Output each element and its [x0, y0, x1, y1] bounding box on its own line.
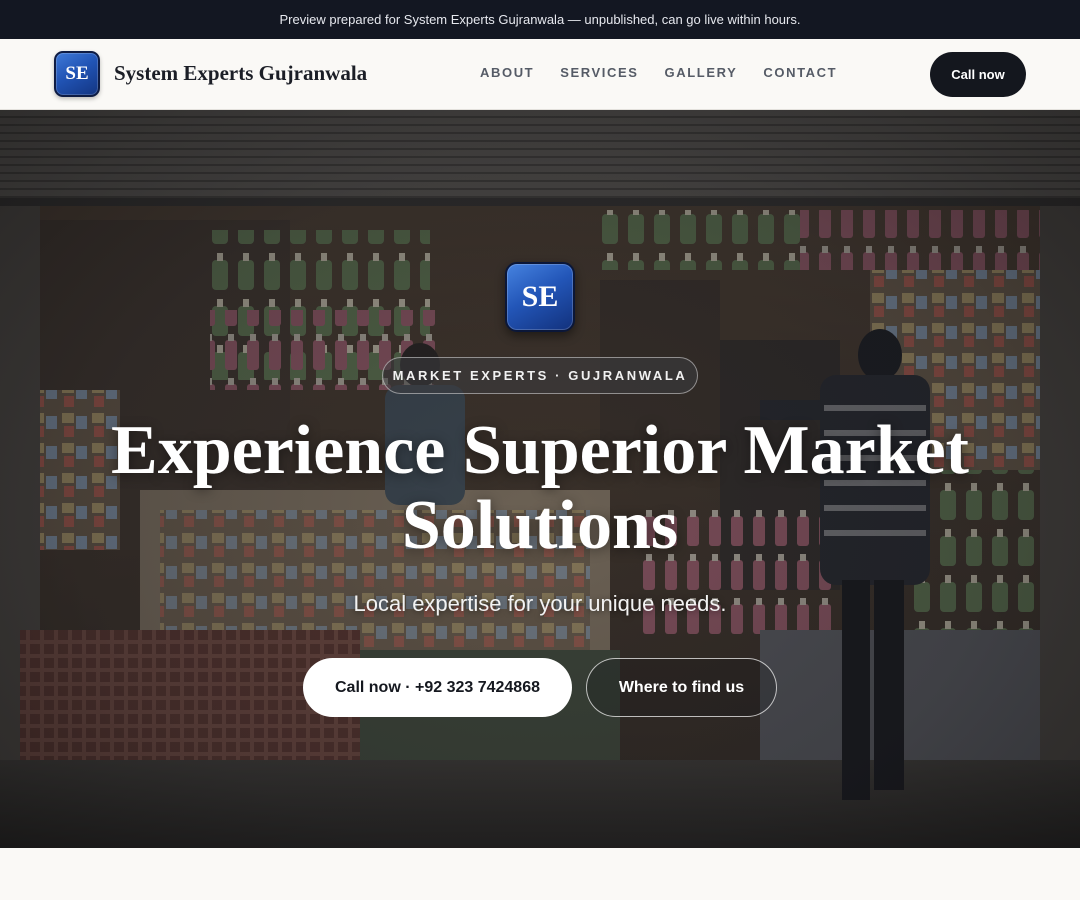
hero-call-now-button[interactable]: Call now · +92 323 7424868: [303, 658, 572, 717]
next-section-start: [0, 848, 1080, 900]
hero-subtitle: Local expertise for your unique needs.: [353, 591, 727, 616]
hero-eyebrow-pill: MARKET EXPERTS · GUJRANWALA: [382, 357, 698, 394]
header-call-now-button[interactable]: Call now: [930, 52, 1026, 97]
preview-banner: Preview prepared for System Experts Gujr…: [0, 0, 1080, 39]
hero-section: SE MARKET EXPERTS · GUJRANWALA Experienc…: [0, 110, 1080, 848]
nav-link-gallery[interactable]: GALLERY: [665, 65, 738, 80]
nav-link-about[interactable]: ABOUT: [480, 65, 534, 80]
logo-initials: SE: [65, 63, 89, 84]
preview-banner-text: Preview prepared for System Experts Gujr…: [279, 12, 801, 27]
hero-title: Experience Superior Market Solutions: [111, 412, 969, 564]
brand-name[interactable]: System Experts Gujranwala: [114, 61, 367, 86]
hero-logo-badge: SE: [505, 262, 575, 332]
nav-link-contact[interactable]: CONTACT: [763, 65, 837, 80]
nav-link-services[interactable]: SERVICES: [560, 65, 638, 80]
hero-where-to-find-us-button[interactable]: Where to find us: [586, 658, 777, 717]
site-header: SE System Experts Gujranwala ABOUT SERVI…: [0, 39, 1080, 110]
main-nav: ABOUT SERVICES GALLERY CONTACT: [480, 65, 837, 80]
hero-logo-initials: SE: [521, 280, 559, 313]
logo-badge[interactable]: SE: [54, 51, 100, 97]
